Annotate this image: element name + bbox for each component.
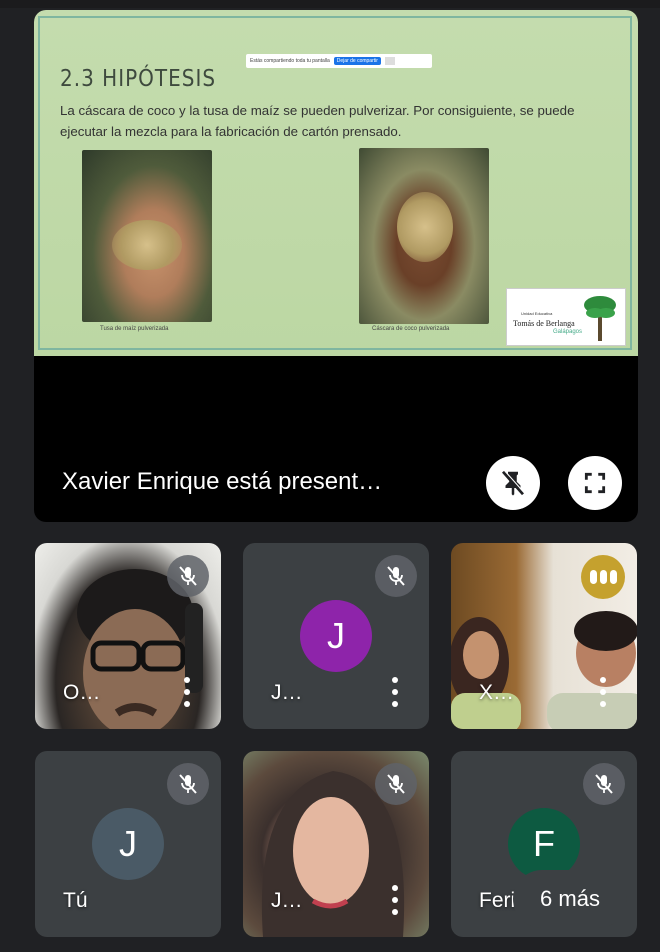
mic-off-indicator — [375, 763, 417, 805]
mic-off-icon — [387, 774, 405, 794]
participant-name: Tú — [63, 889, 88, 912]
participant-tile[interactable]: J… — [243, 751, 429, 937]
fullscreen-icon — [584, 472, 606, 494]
participant-name: X… — [479, 681, 515, 704]
mic-off-indicator — [167, 763, 209, 805]
caption-left: Tusa de maíz pulverizada — [100, 326, 169, 332]
meet-screen: 2.3 HIPÓTESIS Estás compartiendo toda tu… — [0, 0, 660, 952]
mic-off-indicator — [583, 763, 625, 805]
avatar: J — [300, 600, 372, 672]
top-edge — [0, 0, 660, 8]
speaking-indicator — [581, 555, 625, 599]
photo-coconut-shell — [359, 148, 489, 324]
unpin-icon — [501, 470, 525, 496]
presentation-tile[interactable]: 2.3 HIPÓTESIS Estás compartiendo toda tu… — [34, 10, 638, 522]
screen-share-bar: Estás compartiendo toda tu pantalla Deja… — [246, 54, 432, 68]
participant-tile[interactable]: X… — [451, 543, 637, 729]
slide-title: 2.3 HIPÓTESIS — [60, 64, 217, 92]
photo-corn-husk — [82, 150, 212, 322]
logo-line2: Tomás de Berlanga — [513, 319, 575, 328]
mic-off-indicator — [167, 555, 209, 597]
hide-share-bar-icon — [384, 57, 395, 65]
mic-off-icon — [179, 774, 197, 794]
mic-off-icon — [387, 566, 405, 586]
presenter-label: Xavier Enrique está present… — [62, 468, 383, 495]
school-logo: Unidad Educativa Tomás de Berlanga Galáp… — [506, 288, 626, 346]
logo-line3: Galápagos — [553, 329, 583, 335]
mic-off-icon — [179, 566, 197, 586]
avatar: J — [92, 808, 164, 880]
participant-name: O… — [63, 681, 101, 704]
participant-tile-self[interactable]: J Tú — [35, 751, 221, 937]
more-options-button[interactable] — [183, 677, 191, 707]
shared-slide: 2.3 HIPÓTESIS Estás compartiendo toda tu… — [34, 10, 638, 356]
participant-name: J… — [271, 681, 303, 704]
grains — [112, 220, 182, 270]
slide-body-text: La cáscara de coco y la tusa de maíz se … — [60, 103, 575, 139]
participant-tile[interactable]: O… — [35, 543, 221, 729]
more-options-button[interactable] — [599, 677, 607, 707]
caption-right: Cáscara de coco pulverizada — [372, 326, 450, 332]
participant-name: J… — [271, 889, 303, 912]
more-options-button[interactable] — [391, 677, 399, 707]
unpin-button[interactable] — [486, 456, 540, 510]
share-bar-text: Estás compartiendo toda tu pantalla — [250, 58, 330, 64]
tree-icon — [584, 296, 616, 341]
stop-sharing-button: Dejar de compartir — [333, 57, 381, 65]
grains — [397, 192, 453, 262]
participant-tile[interactable]: J J… — [243, 543, 429, 729]
mic-off-icon — [595, 774, 613, 794]
more-participants-button[interactable]: 6 más — [513, 870, 627, 928]
fullscreen-button[interactable] — [568, 456, 622, 510]
mic-off-indicator — [375, 555, 417, 597]
logo-line1: Unidad Educativa — [521, 311, 553, 316]
more-options-button[interactable] — [391, 885, 399, 915]
